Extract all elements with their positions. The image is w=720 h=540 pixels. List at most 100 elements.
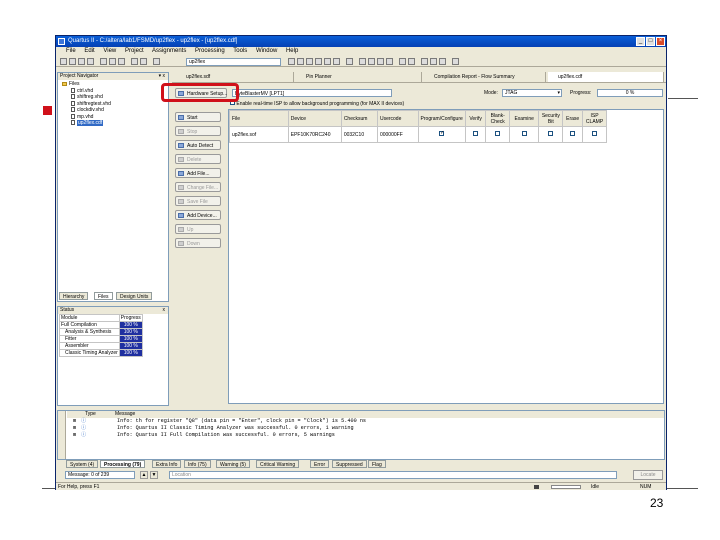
paste-icon[interactable] <box>118 58 125 65</box>
msgtab-extra-info[interactable]: Extra Info <box>152 460 182 468</box>
add-device-label: Add Device... <box>187 213 217 219</box>
redo-icon[interactable] <box>140 58 147 65</box>
print-icon[interactable] <box>87 58 94 65</box>
menu-project[interactable]: Project <box>125 48 144 54</box>
delete-button[interactable]: Delete <box>175 154 221 164</box>
megawizard-icon[interactable] <box>439 58 446 65</box>
col-examine: Examine <box>508 110 540 127</box>
programmer-pane: Hardware Setup... ByteBlasterMV [LPT1] M… <box>172 84 666 406</box>
pin-planner-icon[interactable] <box>297 58 304 65</box>
fitter-icon[interactable] <box>377 58 384 65</box>
status-col-progress: Progress <box>118 314 143 322</box>
tab-files[interactable]: Files <box>94 292 113 300</box>
msgtab-error[interactable]: Error <box>310 460 330 468</box>
compile-icon[interactable] <box>333 58 340 65</box>
tab-hierarchy[interactable]: Hierarchy <box>59 292 89 300</box>
menu-view[interactable]: View <box>103 48 116 54</box>
save-file-button[interactable]: Save File <box>175 196 221 206</box>
start-compilation-icon[interactable] <box>359 58 366 65</box>
slide-rule-right <box>668 98 698 99</box>
check-icon[interactable] <box>324 58 331 65</box>
msgtab-suppressed[interactable]: Suppressed <box>332 460 367 468</box>
msgtab-critical-warning[interactable]: Critical Warning <box>256 460 300 468</box>
menu-window[interactable]: Window <box>256 48 277 54</box>
entity-combo[interactable]: up2flex <box>186 58 281 66</box>
chip-planner-icon[interactable] <box>399 58 406 65</box>
up-button[interactable]: Up <box>175 224 221 234</box>
minimize-button[interactable]: _ <box>636 37 645 46</box>
navigator-header: Project Navigator ▾ x <box>58 73 168 80</box>
tree-file-item-selected[interactable]: up2flex.cdf <box>62 120 166 127</box>
doctab-pin-planner[interactable]: Pin Planner <box>296 72 422 82</box>
security-bit-checkbox[interactable] <box>548 131 554 136</box>
report-icon[interactable] <box>346 58 353 65</box>
undo-icon[interactable] <box>131 58 138 65</box>
enable-realtime-row[interactable]: Enable real-time ISP to allow background… <box>230 100 404 107</box>
save-icon[interactable] <box>78 58 85 65</box>
msgtab-flag[interactable]: Flag <box>368 460 386 468</box>
msgtab-warning[interactable]: Warning (5) <box>216 460 250 468</box>
status-progress: 100 % <box>118 349 143 357</box>
menu-assignments[interactable]: Assignments <box>152 48 186 54</box>
start-button[interactable]: Start <box>175 112 221 122</box>
verify-checkbox[interactable] <box>473 131 479 136</box>
doctab-compilation-report[interactable]: Compilation Report - Flow Summary <box>424 72 546 82</box>
examine-checkbox[interactable] <box>521 131 527 136</box>
device-row[interactable]: up2flex.sof EPF10K70RC240 0032C10 000000… <box>229 126 607 143</box>
msgtab-processing[interactable]: Processing (79) <box>100 460 146 468</box>
isp-clamp-checkbox[interactable] <box>592 131 598 136</box>
menu-tools[interactable]: Tools <box>233 48 247 54</box>
new-file-icon[interactable] <box>60 58 67 65</box>
tab-design-units[interactable]: Design Units <box>116 292 153 300</box>
expand-icon[interactable]: ⊞ <box>73 418 76 425</box>
timing-icon[interactable] <box>386 58 393 65</box>
erase-cell <box>562 126 584 143</box>
add-file-button[interactable]: Add File... <box>175 168 221 178</box>
stop-button[interactable]: Stop <box>175 126 221 136</box>
erase-checkbox[interactable] <box>570 131 576 136</box>
add-device-button[interactable]: Add Device... <box>175 210 221 220</box>
expand-icon[interactable]: ⊞ <box>73 432 76 439</box>
change-file-button[interactable]: Change File... <box>175 182 221 192</box>
message-line[interactable]: ⊞ ⓘ Info: Quartus II Full Compilation wa… <box>67 432 664 439</box>
status-close-icon[interactable]: x <box>163 307 166 314</box>
msgtab-system[interactable]: System (4) <box>66 460 99 468</box>
message-down-arrow[interactable]: ▼ <box>150 471 158 479</box>
menu-file[interactable]: File <box>66 48 76 54</box>
rtl-viewer-icon[interactable] <box>408 58 415 65</box>
help-pointer-icon[interactable] <box>153 58 160 65</box>
cut-icon[interactable] <box>100 58 107 65</box>
status-module: Analysis & Synthesis <box>59 328 120 336</box>
maximize-button[interactable]: □ <box>646 37 655 46</box>
analysis-icon[interactable] <box>368 58 375 65</box>
down-button[interactable]: Down <box>175 238 221 248</box>
info-icon[interactable] <box>452 58 459 65</box>
blank-check-checkbox[interactable] <box>495 131 501 136</box>
location-input[interactable]: Location <box>169 471 617 479</box>
message-up-arrow[interactable]: ▲ <box>140 471 148 479</box>
wizard-icon[interactable] <box>315 58 322 65</box>
menu-edit[interactable]: Edit <box>84 48 94 54</box>
message-line[interactable]: ⊞ ⓘ Info: th for register "Q8" (data pin… <box>67 418 664 425</box>
doctab-sdf[interactable]: up2flex.sdf <box>176 72 294 82</box>
settings-icon[interactable] <box>306 58 313 65</box>
assignment-editor-icon[interactable] <box>288 58 295 65</box>
program-checkbox[interactable]: ✓ <box>439 130 444 136</box>
menu-help[interactable]: Help <box>286 48 298 54</box>
open-folder-icon[interactable] <box>69 58 76 65</box>
col-erase: Erase <box>562 110 584 127</box>
auto-detect-button[interactable]: Auto Detect <box>175 140 221 150</box>
message-line[interactable]: ⊞ ⓘ Info: Quartus II Classic Timing Anal… <box>67 425 664 432</box>
navigator-close-icon[interactable]: ▾ x <box>159 73 165 80</box>
copy-icon[interactable] <box>109 58 116 65</box>
signaltap-icon[interactable] <box>430 58 437 65</box>
status-bar: For Help, press F1 Idle NUM <box>56 482 666 490</box>
expand-icon[interactable]: ⊞ <box>73 425 76 432</box>
menu-processing[interactable]: Processing <box>195 48 225 54</box>
programmer-icon[interactable] <box>421 58 428 65</box>
locate-button[interactable]: Locate <box>633 470 663 480</box>
doctab-cdf[interactable]: up2flex.cdf <box>548 72 664 82</box>
msgtab-info[interactable]: Info (75) <box>184 460 211 468</box>
mode-select[interactable]: JTAG ▾ <box>502 89 562 97</box>
close-button[interactable]: × <box>656 37 665 46</box>
